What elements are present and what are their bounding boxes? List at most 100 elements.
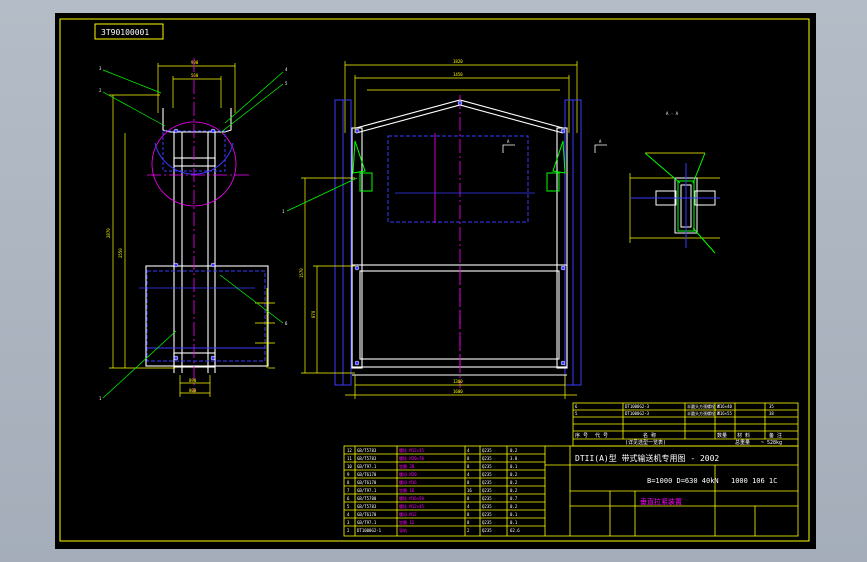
dim-front-bottom: 1300 — [453, 379, 463, 384]
dim-side-bottom: 890 — [189, 378, 197, 383]
part-row-cell: GB/T5780 — [357, 496, 377, 501]
part-row-cell: GB/T97.1 — [357, 520, 377, 525]
dim-side-inner: 560 — [191, 73, 199, 78]
part-row-cell: 2 — [467, 528, 470, 533]
dim-front-total: 1820 — [453, 59, 463, 64]
part-row-cell: 8 — [467, 496, 470, 501]
col-remark: 备 注 — [769, 432, 782, 439]
annotation-5: 5 — [285, 81, 288, 86]
part-row-cell: Q235 — [482, 472, 492, 477]
part-row-cell: 垫圈 16 — [399, 487, 415, 493]
drawing-sheet[interactable]: 3T90100001 900 560 2870 2550 890 800 3 2… — [55, 13, 816, 549]
annotation-3: 3 — [99, 66, 102, 71]
dim-front-height: 1570 — [299, 268, 304, 278]
top-row-cell: 38 — [769, 411, 774, 416]
dim-front-inner: 1450 — [453, 72, 463, 77]
title-block: 序 号 代 号 名 称 数量 材 料 备 注 (详见选型一览表) 总重量 ~ 5… — [343, 402, 799, 537]
part-row-cell: 3 — [347, 520, 350, 525]
part-row-cell: 螺母 M20 — [399, 471, 417, 477]
notes-text: (详见选型一览表) — [625, 439, 666, 446]
doc-no: 1000 106 1C — [731, 477, 777, 485]
drawing-svg: 3T90100001 900 560 2870 2550 890 800 3 2… — [59, 18, 810, 542]
annotation-2: 2 — [99, 88, 102, 93]
dim-front-base: 1600 — [453, 389, 463, 394]
dim-side-top: 900 — [191, 60, 199, 65]
part-row-cell: Q235 — [482, 496, 492, 501]
part-row-cell: 8 — [467, 480, 470, 485]
dim-side-base: 800 — [189, 388, 197, 393]
parts-rows: 12 GB/T5783 螺栓 M12×35 4 Q235 0.2 11 GB/T5783 螺栓 … — [347, 447, 520, 533]
part-row-cell: 螺栓 M16×50 — [399, 495, 424, 501]
part-row-cell: GB/T6170 — [357, 480, 377, 485]
part-row-cell: 0.1 — [510, 464, 518, 469]
part-row-cell: Q235 — [482, 480, 492, 485]
part-row-cell: 2 — [347, 528, 350, 533]
part-row-cell: GB/T97.1 — [357, 464, 377, 469]
section-marker-right: A — [599, 139, 602, 144]
col-code: 代 号 — [595, 432, 608, 439]
total-weight: ~ 528kg — [761, 440, 782, 446]
part-row-cell: 10 — [347, 464, 352, 469]
part-row-cell: 螺母 M16 — [399, 479, 417, 485]
part-row-cell: Q235 — [482, 488, 492, 493]
part-row-cell: Q235 — [482, 512, 492, 517]
annotation-1: 1 — [99, 396, 102, 401]
drawing-number: 3T90100001 — [101, 28, 149, 37]
cad-viewport[interactable]: 3T90100001 900 560 2870 2550 890 800 3 2… — [0, 0, 867, 562]
part-row-cell: GB/T97.1 — [357, 488, 377, 493]
top-rows: 6 DT1000G2-3 半圆头方颈螺栓 M16×404 355 DT1000G2-3 半… — [575, 403, 774, 416]
part-row-cell: 垫圈 20 — [399, 463, 415, 469]
part-row-cell: 4 — [467, 448, 470, 453]
part-row-cell: GB/T5783 — [357, 504, 377, 509]
top-row-cell: 6 — [575, 404, 578, 409]
top-row-cell: DT1000G2-3 — [625, 404, 650, 409]
part-row-cell: 12 — [347, 448, 352, 453]
part-row-cell: 螺栓 M12×45 — [399, 503, 424, 509]
part-row-cell: 螺栓 M12×35 — [399, 447, 424, 453]
part-row-cell: GB/T6170 — [357, 512, 377, 517]
part-row-cell: 0.2 — [510, 448, 518, 453]
part-row-cell: 导轨 — [399, 527, 407, 533]
part-row-cell: GB/T6170 — [357, 472, 377, 477]
annotation-6: 6 — [285, 321, 288, 326]
part-row-cell: 7 — [347, 488, 350, 493]
part-row-cell: DT1000G2-1 — [357, 528, 382, 533]
part-row-cell: 8 — [467, 512, 470, 517]
part-row-cell: 4 — [347, 512, 350, 517]
part-row-cell: Q235 — [482, 448, 492, 453]
part-row-cell: 0.1 — [510, 512, 518, 517]
top-row-cell: 5 — [575, 411, 578, 416]
section-marker-left: A — [507, 139, 510, 144]
assembly-name: 垂直拉紧装置 — [640, 497, 682, 506]
part-row-cell: 4 — [467, 472, 470, 477]
section-view: A - A — [629, 111, 720, 254]
annotation-front-1: 1 — [282, 209, 285, 214]
part-row-cell: 62.6 — [510, 528, 520, 533]
col-name: 名 称 — [643, 432, 656, 439]
part-row-cell: 16 — [467, 488, 472, 493]
part-row-cell: 8 — [467, 520, 470, 525]
part-row-cell: 9 — [347, 472, 350, 477]
part-row-cell: 11 — [347, 456, 352, 461]
col-qty: 数量 — [717, 432, 727, 439]
annotation-4: 4 — [285, 67, 288, 72]
part-row-cell: 8 — [467, 456, 470, 461]
part-row-cell: Q235 — [482, 456, 492, 461]
col-seq: 序 号 — [575, 432, 588, 439]
part-row-cell: 垫圈 12 — [399, 519, 415, 525]
part-row-cell: 螺栓 M20×70 — [399, 455, 424, 461]
part-row-cell: 5 — [347, 504, 350, 509]
part-row-cell: Q235 — [482, 464, 492, 469]
part-row-cell: 0.2 — [510, 504, 518, 509]
part-row-cell: 8 — [467, 464, 470, 469]
part-row-cell: Q235 — [482, 528, 492, 533]
part-row-cell: GB/T5783 — [357, 456, 377, 461]
total-weight-label: 总重量 — [735, 439, 750, 446]
part-row-cell: 0.7 — [510, 496, 518, 501]
dim-side-total: 2870 — [106, 228, 111, 238]
top-row-cell: DT1000G2-3 — [625, 411, 650, 416]
part-row-cell: 0.1 — [510, 520, 518, 525]
series-title: DTII(A)型 带式输送机专用图 - 2002 — [575, 453, 719, 463]
dim-side-upper: 2550 — [118, 248, 123, 258]
dim-front-lower: 870 — [311, 310, 316, 318]
